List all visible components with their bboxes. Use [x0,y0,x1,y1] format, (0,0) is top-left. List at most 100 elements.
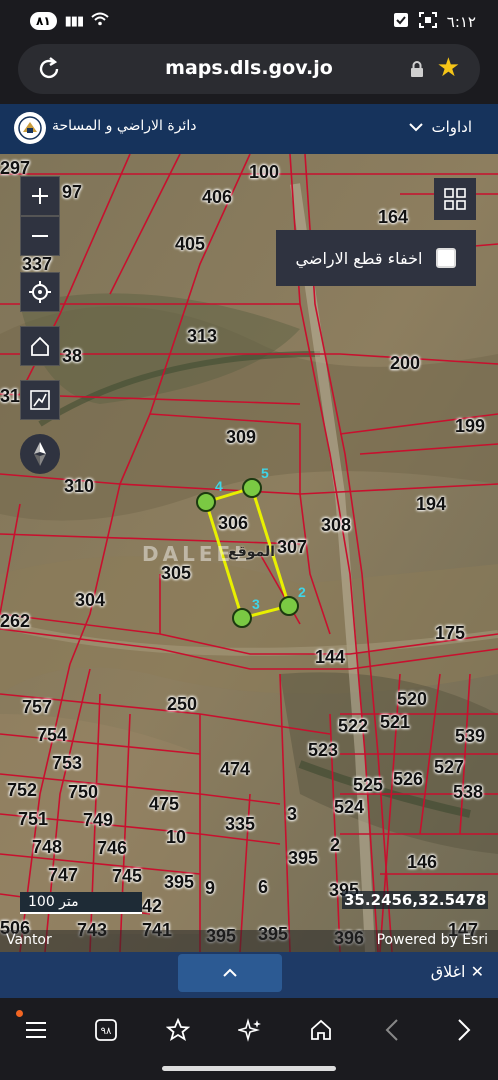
home-button[interactable] [20,326,60,366]
parcel-label: 262 [0,611,31,631]
parcel-label: 146 [407,852,438,872]
coordinates-readout: 35.2456,32.5478 [342,891,489,909]
screenshot-icon [418,12,437,32]
vertex-label: 2 [298,584,306,600]
hide-parcels-checkbox[interactable] [436,248,457,268]
bookmarks-button[interactable] [162,1014,194,1046]
browser-url-bar[interactable]: maps.dls.gov.jo ★ [18,44,480,94]
parcel-label: 405 [175,234,206,254]
vertex-label: 5 [261,465,269,481]
parcel-label: 307 [277,537,308,557]
selected-parcel-label: الموقع [228,544,275,560]
vertex-marker[interactable] [242,478,262,498]
app-title: دائرة الاراضي و المساحة [52,118,197,134]
attribution-right[interactable]: Powered by Esri [377,932,488,948]
tools-label: اداوات [431,118,472,136]
tools-menu[interactable]: اداوات [409,118,472,136]
parcel-label: 749 [83,810,114,830]
parcel-label: 525 [353,775,384,795]
checkbox-notification-icon [393,12,409,32]
parcel-label: 97 [62,182,83,202]
wifi-icon [91,12,109,30]
parcel-label: 199 [455,416,486,436]
parcel-label: 308 [321,515,352,535]
clock: ٦:١٢ [446,13,476,31]
home-nav-button[interactable] [305,1014,337,1046]
bookmark-star-icon[interactable]: ★ [437,54,460,82]
parcel-label: 309 [226,427,257,447]
close-panel-button[interactable]: اغلاق ✕ [431,962,484,981]
vertex-marker[interactable] [232,608,252,628]
parcel-label: 747 [48,865,79,885]
parcel-label: 194 [416,494,447,514]
tabs-icon: ٩٨ [95,1019,117,1041]
parcel-label: 523 [308,740,339,760]
svg-text:٩٨: ٩٨ [101,1026,112,1037]
hide-parcels-label: اخفاء قطع الاراضي [295,248,423,268]
parcel-label: 475 [149,794,180,814]
chevron-left-icon [385,1019,398,1041]
bottom-panel-bar: اغلاق ✕ [0,952,498,998]
vertex-label: 3 [252,596,260,612]
map-view[interactable]: DALEEL 4 5 2 3 الموقع 297 97 100 406 164… [0,154,498,952]
vertex-marker[interactable] [196,492,216,512]
parcel-label: 474 [220,759,251,779]
forward-button[interactable] [448,1014,480,1046]
status-bar: ٨١ ▮▮▮ ٦:١٢ [0,0,498,44]
parcel-label: 745 [112,866,143,886]
zoom-in-button[interactable] [20,176,60,216]
locate-button[interactable] [20,272,60,312]
parcel-label: 144 [315,647,346,667]
app-header: اداوات دائرة الاراضي و المساحة [0,104,498,154]
dls-logo-icon [14,112,46,144]
parcel-label: 748 [32,837,63,857]
parcel-label: 406 [202,187,233,207]
parcel-label: 310 [64,476,95,496]
sparkle-icon [238,1018,261,1042]
menu-icon [26,1022,46,1038]
lock-icon[interactable] [410,61,424,77]
grid-icon [444,188,466,210]
parcel-label: 520 [397,689,428,709]
tabs-button[interactable]: ٩٨ [90,1014,122,1046]
parcel-label: 10 [166,827,187,847]
parcel-label: 31 [0,386,21,406]
expand-panel-button[interactable] [178,954,282,992]
parcel-label: 522 [338,716,369,736]
back-button[interactable] [376,1014,408,1046]
status-right: ٦:١٢ [393,12,476,32]
parcel-label: 306 [218,513,249,533]
parcel-label: 304 [75,590,106,610]
zoom-out-button[interactable] [20,216,60,256]
chevron-up-icon [223,968,237,977]
signal-icon: ▮▮▮ [64,13,84,29]
parcel-label: 164 [378,207,409,227]
menu-button[interactable] [20,1014,52,1046]
parcel-label: 395 [164,872,195,892]
parcel-label: 754 [37,725,68,745]
parcel-label: 539 [455,726,486,746]
vertex-marker[interactable] [279,596,299,616]
compass-button[interactable] [20,434,60,474]
hide-parcels-toggle[interactable]: اخفاء قطع الاراضي [276,230,476,286]
parcel-label: 200 [390,353,421,373]
parcel-label: 250 [167,694,198,714]
ai-assistant-button[interactable] [234,1014,266,1046]
parcel-label: 521 [380,712,411,732]
parcel-label: 538 [453,782,484,802]
parcel-label: 751 [18,809,49,829]
chevron-right-icon [458,1019,471,1041]
parcel-label: 753 [52,753,83,773]
close-icon: ✕ [470,962,484,981]
parcel-label: 6 [258,877,269,897]
layers-grid-button[interactable] [434,178,476,220]
parcel-label: 100 [249,162,280,182]
close-label: اغلاق [430,962,466,981]
parcel-label: 305 [161,563,192,583]
parcel-label: 313 [187,326,218,346]
gesture-bar [162,1066,336,1071]
measure-button[interactable] [20,380,60,420]
parcel-label: 38 [62,346,83,366]
parcel-label: 175 [435,623,466,643]
parcel-label: 395 [288,848,319,868]
